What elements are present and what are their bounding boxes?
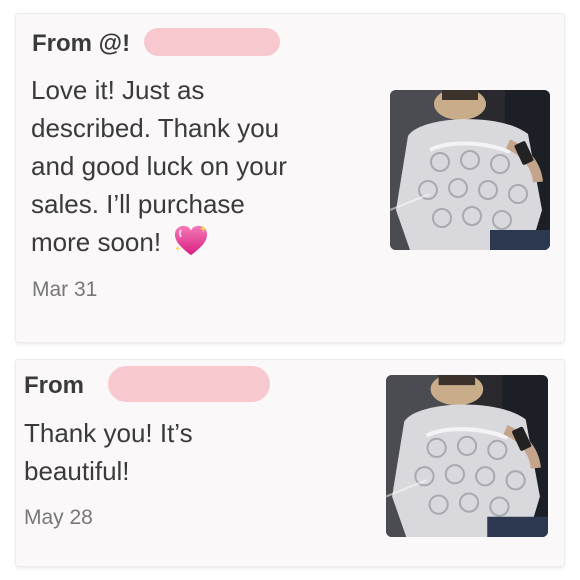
message-line-text: more soon! [31, 227, 162, 257]
review-card: From Thank you! It’s beautiful! May 28 [16, 360, 564, 566]
item-thumbnail[interactable] [386, 375, 548, 537]
review-card: From @! Love it! Just as described. Than… [16, 14, 564, 342]
from-label: From [24, 372, 84, 399]
message-line: described. Thank you [31, 113, 280, 143]
message-line: more soon! [31, 223, 371, 261]
sparkling-heart-icon [175, 225, 208, 256]
review-date: May 28 [24, 506, 93, 529]
lace-blouse-photo [386, 375, 548, 537]
message-line: and good luck on your [31, 151, 287, 181]
handle-redaction [108, 366, 270, 402]
sender-handle[interactable]: @! [99, 30, 130, 57]
review-message: Love it! Just as described. Thank you an… [31, 71, 371, 261]
lace-blouse-photo [390, 90, 550, 250]
review-message: Thank you! It’s beautiful! [24, 414, 344, 490]
handle-redaction [144, 28, 280, 56]
item-thumbnail[interactable] [390, 90, 550, 250]
message-line: Thank you! It’s [24, 418, 193, 448]
message-line: sales. I’ll purchase [31, 189, 245, 219]
review-date: Mar 31 [32, 278, 98, 301]
message-line: beautiful! [24, 456, 130, 486]
review-sender: From [24, 372, 84, 400]
message-line: Love it! Just as [31, 75, 205, 105]
review-sender: From @! [32, 30, 130, 58]
from-label: From [32, 30, 92, 57]
